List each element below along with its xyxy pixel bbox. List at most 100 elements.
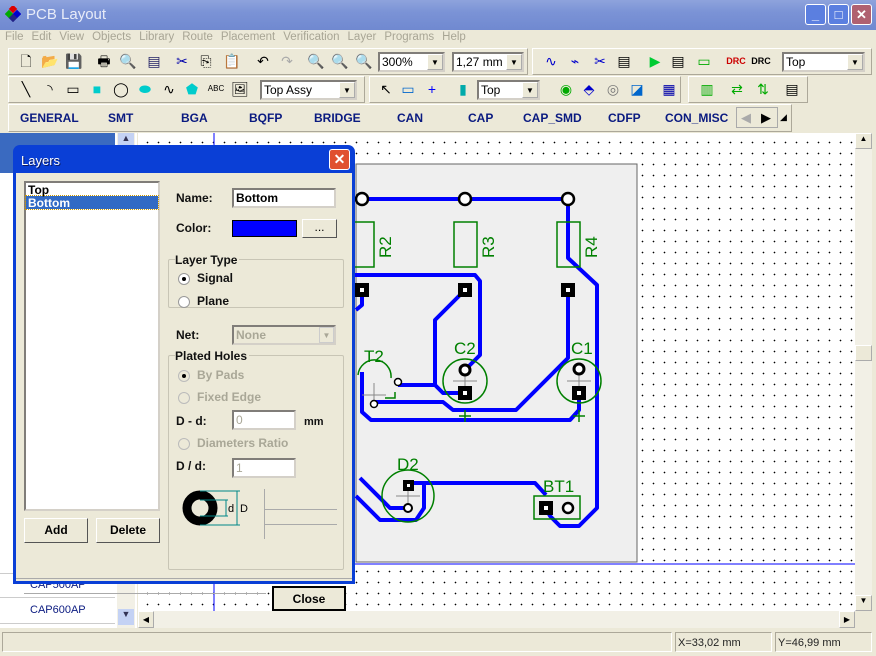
menu-verification[interactable]: Verification <box>283 30 339 43</box>
cut-icon[interactable]: ✂ <box>172 52 192 70</box>
zoom-fit-icon[interactable]: 🔍 <box>354 52 374 70</box>
drc-check-icon[interactable]: DRC <box>726 52 746 70</box>
grid-select[interactable]: 1,27 mm ▼ <box>452 52 524 72</box>
tab-can[interactable]: CAN <box>397 111 423 125</box>
route-icon[interactable]: ∿ <box>541 52 561 70</box>
tab-bqfp[interactable]: BQFP <box>249 111 282 125</box>
chevron-down-icon[interactable]: ▼ <box>847 54 863 70</box>
filled-rectangle-icon[interactable]: ■ <box>87 80 107 98</box>
line-icon[interactable]: ╲ <box>16 80 36 98</box>
align-components-icon[interactable]: ▥ <box>697 80 717 98</box>
layer-item-top[interactable]: Top <box>26 183 158 197</box>
menu-programs[interactable]: Programs <box>384 30 434 43</box>
tab-bridge[interactable]: BRIDGE <box>314 111 361 125</box>
undo-icon[interactable]: ↶ <box>253 52 273 70</box>
scroll-down-icon[interactable]: ▼ <box>118 609 134 625</box>
menu-view[interactable]: View <box>59 30 84 43</box>
report-icon[interactable]: ▤ <box>144 52 164 70</box>
horizontal-scrollbar[interactable]: ◀ ▶ <box>138 611 855 628</box>
plane-label[interactable]: Plane <box>197 294 229 308</box>
measure-icon[interactable]: ▭ <box>398 80 418 98</box>
color-swatch[interactable] <box>232 220 297 237</box>
zoom-out-icon[interactable]: 🔍 <box>330 52 350 70</box>
drc-report-icon[interactable]: DRC <box>751 52 771 70</box>
name-input[interactable]: Bottom <box>232 188 336 208</box>
placement-layer-select[interactable]: Top ▼ <box>477 80 540 100</box>
run-report-icon[interactable]: ▤ <box>668 52 688 70</box>
text-icon[interactable]: ABC <box>206 80 226 98</box>
paste-icon[interactable]: 📋 <box>222 52 242 70</box>
layer-list[interactable]: Top Bottom <box>24 181 160 511</box>
via-icon[interactable]: ⬘ <box>579 80 599 98</box>
scroll-thumb[interactable] <box>855 345 872 361</box>
scroll-down-icon[interactable]: ▼ <box>855 595 872 611</box>
zoom-in-icon[interactable]: 🔍 <box>306 52 326 70</box>
grid-icon[interactable]: ▦ <box>659 80 679 98</box>
menu-route[interactable]: Route <box>182 30 213 43</box>
scroll-up-icon[interactable]: ▲ <box>855 133 872 149</box>
chevron-down-icon[interactable]: ▼ <box>427 54 443 70</box>
crosshair-icon[interactable]: + <box>422 80 442 98</box>
pad-icon[interactable]: ◉ <box>556 80 576 98</box>
component-icon[interactable]: ▮ <box>453 80 473 98</box>
print-preview-icon[interactable]: 🔍 <box>118 52 138 70</box>
delete-layer-button[interactable]: Delete <box>96 518 160 543</box>
scroll-left-icon[interactable]: ◀ <box>741 110 751 126</box>
menu-objects[interactable]: Objects <box>92 30 131 43</box>
new-file-icon[interactable]: 🗋 <box>16 52 36 70</box>
hole-icon[interactable]: ◎ <box>603 80 623 98</box>
tab-bga[interactable]: BGA <box>181 111 208 125</box>
chevron-down-icon[interactable]: ▼ <box>522 82 538 98</box>
dialog-close-icon[interactable]: ✕ <box>329 149 350 170</box>
image-icon[interactable]: 🖼 <box>230 80 250 98</box>
copy-icon[interactable]: ⎘ <box>196 52 216 70</box>
signal-label[interactable]: Signal <box>197 271 233 285</box>
tab-cap-smd[interactable]: CAP_SMD <box>523 111 582 125</box>
board-icon[interactable]: ▭ <box>694 52 714 70</box>
autoroute-icon[interactable]: ⌁ <box>565 52 585 70</box>
ellipse-icon[interactable]: ◯ <box>111 80 131 98</box>
arc-icon[interactable]: ◝ <box>40 80 60 98</box>
unroute-icon[interactable]: ✂ <box>590 52 610 70</box>
close-button[interactable]: Close <box>272 586 346 611</box>
vertical-scrollbar[interactable]: ▲ ▼ <box>855 133 872 611</box>
menu-edit[interactable]: Edit <box>32 30 52 43</box>
tab-con-misc[interactable]: CON_MISC <box>665 111 728 125</box>
pointer-icon[interactable]: ↖ <box>376 80 396 98</box>
tab-menu-icon[interactable]: ◢ <box>780 112 787 123</box>
plane-radio[interactable] <box>178 296 190 308</box>
chevron-down-icon[interactable]: ▼ <box>506 54 522 70</box>
polygon-icon[interactable]: ⬟ <box>182 80 202 98</box>
chevron-down-icon[interactable]: ▼ <box>339 82 355 98</box>
component-properties-icon[interactable]: ▤ <box>782 80 802 98</box>
tab-smt[interactable]: SMT <box>108 111 133 125</box>
zoom-select[interactable]: 300% ▼ <box>378 52 445 72</box>
tab-cdfp[interactable]: CDFP <box>608 111 641 125</box>
scroll-right-icon[interactable]: ▶ <box>839 611 855 628</box>
menu-placement[interactable]: Placement <box>221 30 275 43</box>
swap-components-icon[interactable]: ⇄ <box>727 80 747 98</box>
add-layer-button[interactable]: Add <box>24 518 88 543</box>
choose-color-button[interactable]: ... <box>302 219 337 238</box>
print-icon[interactable]: 🖶 <box>94 52 114 70</box>
layer-select[interactable]: Top ▼ <box>782 52 865 72</box>
menu-library[interactable]: Library <box>139 30 174 43</box>
assembly-layer-select[interactable]: Top Assy ▼ <box>260 80 357 100</box>
layer-item-bottom[interactable]: Bottom <box>25 195 159 210</box>
run-icon[interactable]: ▶ <box>645 52 665 70</box>
menu-help[interactable]: Help <box>442 30 466 43</box>
minimize-button[interactable]: _ <box>805 4 826 25</box>
signal-radio[interactable] <box>178 273 190 285</box>
filled-ellipse-icon[interactable]: ⬬ <box>135 80 155 98</box>
scroll-left-icon[interactable]: ◀ <box>138 611 154 628</box>
polyline-icon[interactable]: ∿ <box>159 80 179 98</box>
maximize-button[interactable]: □ <box>828 4 849 25</box>
menu-file[interactable]: File <box>5 30 24 43</box>
netlist-icon[interactable]: ▤ <box>614 52 634 70</box>
list-item[interactable]: CAP600AP <box>0 597 115 624</box>
rectangle-icon[interactable]: ▭ <box>63 80 83 98</box>
open-folder-icon[interactable]: 📂 <box>40 52 60 70</box>
scroll-right-icon[interactable]: ▶ <box>761 110 771 126</box>
move-components-icon[interactable]: ⇅ <box>753 80 773 98</box>
save-icon[interactable]: 💾 <box>64 52 84 70</box>
